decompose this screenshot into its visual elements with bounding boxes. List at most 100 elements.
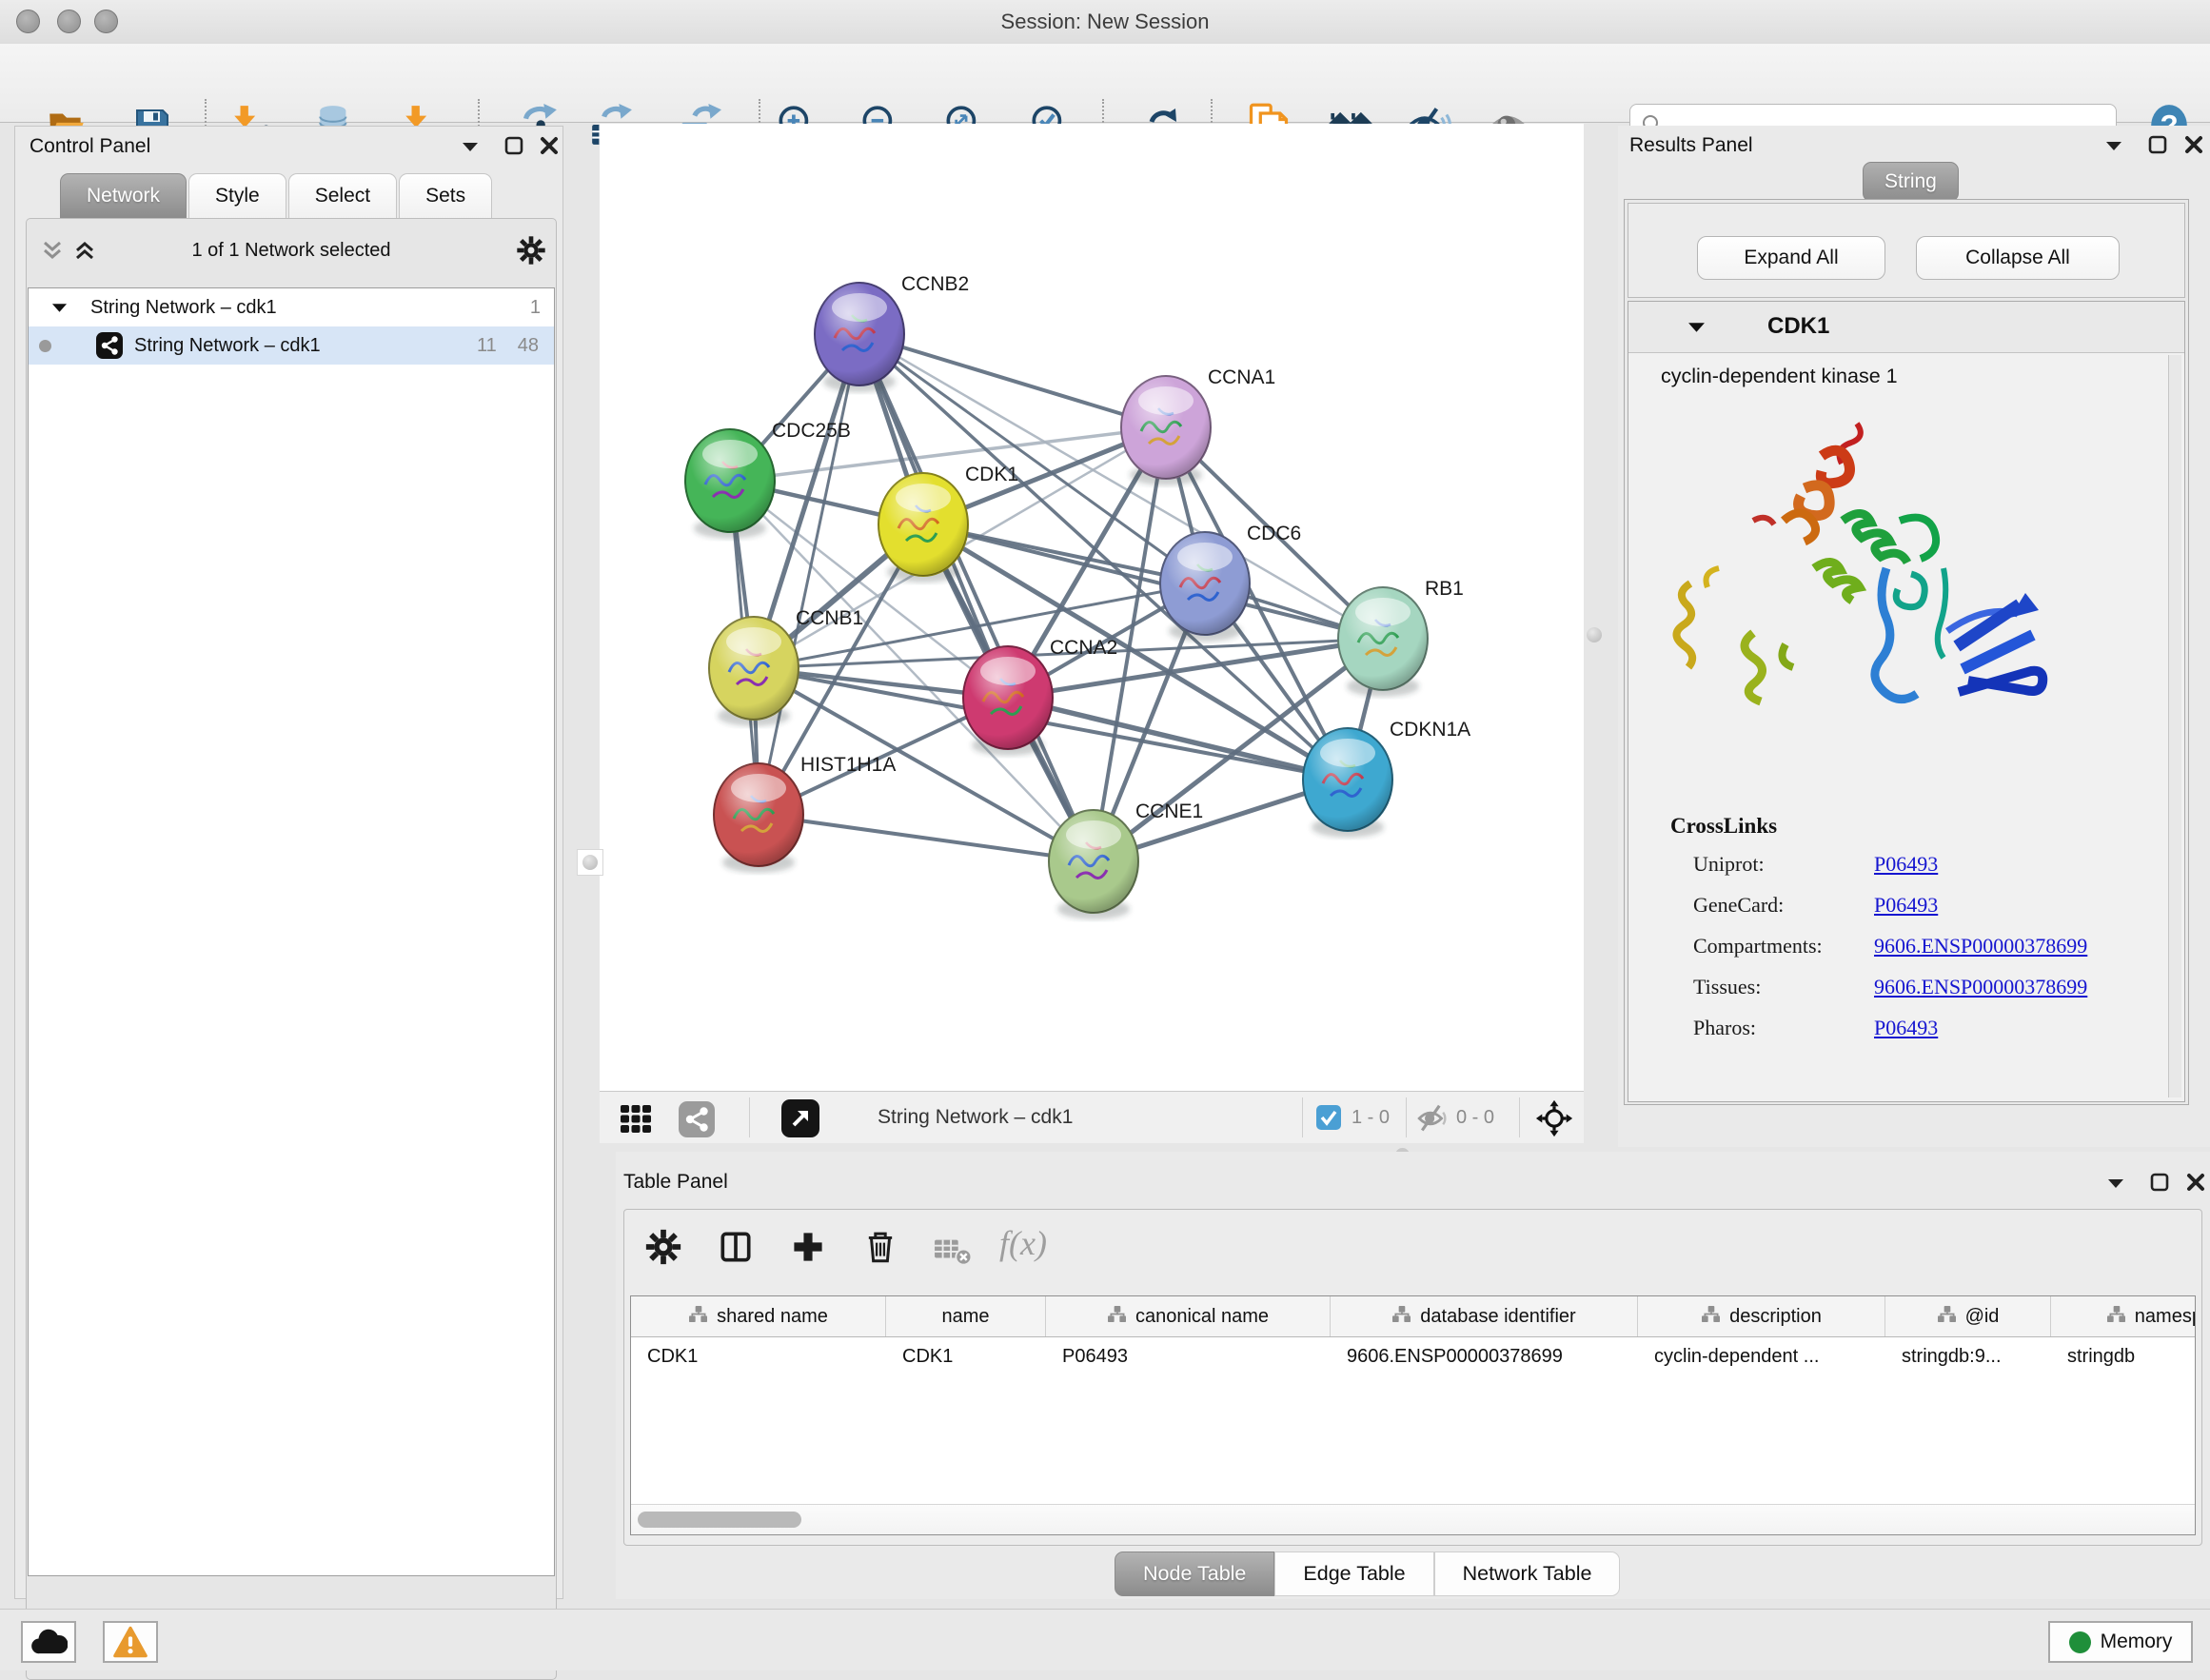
network-edge-CCNB2-HIST1H1A[interactable] (759, 334, 859, 815)
results-scrollbar[interactable] (2168, 355, 2181, 1097)
network-options-gear-icon[interactable] (515, 234, 547, 267)
tab-style[interactable]: Style (188, 173, 286, 218)
table-cell-canonical-name[interactable]: P06493 (1046, 1346, 1331, 1368)
tree-expander-icon[interactable] (51, 302, 68, 313)
netbar-separator (1519, 1097, 1520, 1137)
network-node-RB1[interactable] (1338, 587, 1428, 697)
collection-label: String Network – cdk1 (90, 297, 277, 319)
string-network-icon (96, 332, 123, 359)
network-node-CCNE1[interactable] (1049, 810, 1138, 919)
table-options-gear-icon[interactable] (641, 1225, 685, 1269)
network-tree-network-row[interactable]: String Network – cdk1 11 48 (29, 326, 554, 365)
cloud-status-button[interactable] (21, 1621, 76, 1663)
column-header--id[interactable]: @id (1885, 1296, 2051, 1336)
node-label-CDC25B: CDC25B (772, 420, 851, 442)
left-splitter-handle[interactable] (577, 849, 603, 876)
network-view-title: String Network – cdk1 (878, 1092, 1073, 1143)
control-panel-close-button[interactable] (537, 133, 562, 158)
collection-count: 1 (530, 297, 541, 319)
netbar-separator (749, 1097, 750, 1137)
network-edge-CCNB2-CCNE1[interactable] (859, 334, 1094, 861)
crosslink-label: GeneCard: (1693, 893, 1874, 918)
network-edge-CDK1-RB1[interactable] (923, 524, 1383, 639)
warning-icon (112, 1626, 148, 1658)
node-label-CCNE1: CCNE1 (1135, 800, 1203, 822)
network-node-HIST1H1A[interactable] (714, 763, 803, 873)
column-header-database-identifier[interactable]: database identifier (1331, 1296, 1638, 1336)
tab-node-table[interactable]: Node Table (1115, 1552, 1274, 1596)
crosslink-pharos-[interactable]: P06493 (1874, 1016, 1938, 1040)
selected-checkbox-icon[interactable] (1316, 1105, 1341, 1130)
table-row[interactable]: CDK1CDK1P064939606.ENSP00000378699cyclin… (631, 1337, 2195, 1375)
network-edge-CCNB2-CCNA1[interactable] (859, 334, 1166, 427)
delete-column-button[interactable] (858, 1225, 902, 1269)
table-cell-name[interactable]: CDK1 (886, 1346, 1046, 1368)
table-cell-description[interactable]: cyclin-dependent ... (1638, 1346, 1885, 1368)
string-results-buttons-box: Expand All Collapse All (1628, 203, 2185, 298)
table-panel-box: f(x) shared namenamecanonical namedataba… (623, 1209, 2202, 1546)
crosslink-label: Compartments: (1693, 934, 1874, 959)
gene-section-header[interactable]: CDK1 (1628, 302, 2184, 353)
column-header-canonical-name[interactable]: canonical name (1046, 1296, 1331, 1336)
table-horizontal-scrollbar[interactable] (631, 1504, 2195, 1534)
table-panel-collapse-button[interactable] (2103, 1171, 2128, 1196)
table-cell--id[interactable]: stringdb:9... (1885, 1346, 2051, 1368)
network-node-CDC25B[interactable] (685, 429, 775, 539)
control-panel-float-button[interactable] (502, 133, 526, 158)
results-panel-collapse-button[interactable] (2101, 133, 2126, 158)
window-title: Session: New Session (0, 0, 2210, 44)
column-header-description[interactable]: description (1638, 1296, 1885, 1336)
gene-section: CDK1 cyclin-dependent kinase 1 CrossLink… (1628, 301, 2185, 1102)
column-header-name[interactable]: name (886, 1296, 1046, 1336)
column-header-shared-name[interactable]: shared name (631, 1296, 886, 1336)
table-header-row: shared namenamecanonical namedatabase id… (631, 1296, 2195, 1337)
network-node-CCNB1[interactable] (709, 617, 799, 726)
warnings-button[interactable] (103, 1621, 158, 1663)
table-panel-close-button[interactable] (2183, 1170, 2208, 1195)
collapse-all-button[interactable]: Collapse All (1916, 236, 2120, 280)
network-edge-HIST1H1A-CCNE1[interactable] (759, 815, 1094, 861)
crosslink-uniprot-[interactable]: P06493 (1874, 852, 1938, 877)
show-columns-button[interactable] (714, 1225, 758, 1269)
crosslink-compartments-[interactable]: 9606.ENSP00000378699 (1874, 934, 2087, 959)
section-collapse-icon[interactable] (1687, 321, 1706, 333)
table-cell-shared-name[interactable]: CDK1 (631, 1346, 886, 1368)
control-panel-collapse-button[interactable] (458, 134, 483, 159)
crosslink-genecard-[interactable]: P06493 (1874, 893, 1938, 918)
fit-selected-target-button[interactable] (1534, 1098, 1574, 1138)
network-node-CDKN1A[interactable] (1303, 728, 1392, 838)
memory-button[interactable]: Memory (2048, 1621, 2193, 1663)
network-view-toolbar: String Network – cdk1 1 - 0 0 - 0 (600, 1091, 1584, 1143)
detach-view-button[interactable] (780, 1098, 820, 1138)
tab-network[interactable]: Network (60, 173, 187, 218)
create-column-button[interactable] (786, 1225, 830, 1269)
network-selection-status: 1 of 1 Network selected (27, 240, 556, 262)
network-node-CCNB2[interactable] (815, 283, 904, 392)
node-table[interactable]: shared namenamecanonical namedatabase id… (630, 1295, 2196, 1535)
right-splitter-handle[interactable] (1582, 623, 1607, 647)
tab-sets[interactable]: Sets (399, 173, 492, 218)
tab-network-table[interactable]: Network Table (1434, 1552, 1621, 1596)
table-type-tabs: Node TableEdge TableNetwork Table (1115, 1552, 1620, 1596)
table-cell-database-identifier[interactable]: 9606.ENSP00000378699 (1331, 1346, 1638, 1368)
network-node-CCNA1[interactable] (1121, 376, 1211, 485)
show-grid-views-button[interactable] (619, 1101, 653, 1136)
scrollbar-thumb[interactable] (638, 1512, 801, 1528)
tab-string-results[interactable]: String (1863, 162, 1959, 202)
network-graph[interactable]: CCNB2CCNA1CDC25BCDK1CDC6RB1CCNB1CCNA2CDK… (600, 124, 1584, 1091)
network-tree-collection-row[interactable]: String Network – cdk1 1 (29, 288, 554, 326)
crosslink-tissues-[interactable]: 9606.ENSP00000378699 (1874, 975, 2087, 999)
expand-all-button[interactable]: Expand All (1697, 236, 1885, 280)
column-header-namespace[interactable]: namespace (2051, 1296, 2196, 1336)
results-panel-close-button[interactable] (2181, 132, 2206, 157)
network-canvas[interactable]: CCNB2CCNA1CDC25BCDK1CDC6RB1CCNB1CCNA2CDK… (600, 124, 1584, 1091)
node-label-CCNB2: CCNB2 (901, 273, 969, 295)
results-panel-float-button[interactable] (2145, 132, 2170, 157)
tab-select[interactable]: Select (288, 173, 397, 218)
network-view-icon[interactable] (678, 1100, 716, 1138)
tab-edge-table[interactable]: Edge Table (1274, 1552, 1433, 1596)
status-bar: Memory (0, 1609, 2210, 1670)
table-cell-namespace[interactable]: stringdb (2051, 1346, 2196, 1368)
table-panel-float-button[interactable] (2147, 1170, 2172, 1195)
node-label-CDC6: CDC6 (1247, 523, 1301, 544)
